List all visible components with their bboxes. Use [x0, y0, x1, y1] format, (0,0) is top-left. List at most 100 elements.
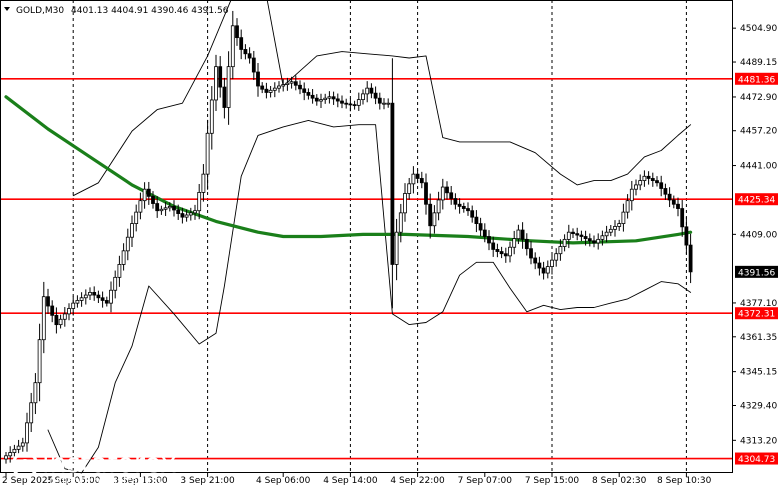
candle-body — [184, 214, 189, 218]
candle-body — [50, 305, 55, 316]
candle-body — [239, 37, 244, 50]
candle-body — [20, 442, 25, 447]
candle-body — [235, 25, 239, 39]
candle-body — [361, 93, 365, 101]
candle-body — [302, 88, 307, 93]
candle-body — [676, 203, 680, 209]
candle-body — [88, 291, 92, 296]
x-tick-label: 8 Sep 02:30 — [592, 476, 647, 486]
candle-body — [432, 212, 437, 227]
candle-body — [646, 175, 651, 179]
candle-body — [596, 238, 601, 244]
candle-body — [377, 97, 382, 104]
candle-body — [188, 212, 193, 216]
candle-body — [604, 231, 609, 237]
price-level-tag: 4304.73 — [738, 455, 775, 465]
candle-body — [403, 193, 407, 214]
candle-body — [621, 211, 626, 224]
y-tick-label: 4345.15 — [740, 368, 777, 378]
candle-body — [256, 71, 260, 87]
candle-body — [554, 253, 559, 261]
candle-body — [625, 200, 630, 213]
candle-body — [163, 207, 168, 210]
candle-body — [608, 228, 613, 233]
current-price-tag: 4391.56 — [738, 268, 775, 278]
candle-body — [251, 57, 256, 73]
candle-body — [67, 308, 71, 315]
price-level-tag: 4425.34 — [738, 196, 775, 206]
candle-body — [243, 49, 248, 55]
candle-body — [4, 455, 8, 460]
candle-body — [659, 182, 664, 189]
price-level-tag: 4481.36 — [738, 75, 775, 85]
candle-body — [71, 302, 76, 309]
candle-body — [289, 81, 294, 84]
candle-body — [159, 208, 164, 212]
candle-body — [62, 313, 67, 320]
candle-body — [482, 229, 487, 237]
candle-body — [411, 173, 416, 185]
x-tick-label: 7 Sep 15:00 — [525, 476, 580, 486]
candle-body — [277, 85, 281, 89]
chart: 4504.90 4489.15 4472.90 4457.20 4441.00 4409.… — [0, 0, 781, 489]
candle-body — [541, 267, 546, 274]
candle-body — [529, 248, 533, 259]
candle-body — [613, 226, 617, 230]
y-tick-label: 4313.20 — [740, 436, 777, 446]
candle-body — [25, 422, 29, 444]
candle-body — [688, 244, 693, 273]
candle-body — [96, 294, 101, 299]
candle-body — [33, 382, 38, 404]
candle-body — [146, 188, 151, 197]
candle-body — [92, 291, 97, 296]
y-tick-label: 4472.90 — [740, 93, 777, 103]
candle-body — [79, 297, 84, 301]
candle-body — [600, 235, 605, 240]
watermark-tagline: Instant Forex Trading — [46, 474, 162, 487]
candle-body — [340, 100, 344, 104]
candle-body — [268, 89, 273, 93]
candle-body — [583, 236, 588, 240]
y-tick-label: 4329.40 — [740, 401, 777, 411]
candle-body — [499, 251, 504, 255]
candle-body — [457, 203, 462, 207]
candle-body — [310, 94, 315, 99]
candle-body — [180, 213, 185, 218]
candle-body — [461, 205, 466, 209]
candle-body — [247, 53, 252, 59]
candle-body — [41, 296, 46, 341]
candle-body — [260, 85, 265, 90]
candle-body — [155, 203, 160, 212]
candle-body — [474, 216, 479, 224]
candle-body — [54, 314, 59, 326]
candle-body — [537, 262, 542, 269]
candle-body — [197, 192, 202, 212]
candle-body — [214, 66, 218, 101]
candle-body — [424, 182, 428, 205]
candle-body — [558, 246, 563, 255]
candle-body — [46, 296, 50, 307]
candle-body — [487, 236, 491, 244]
candle-body — [306, 92, 311, 96]
candle-body — [491, 242, 496, 250]
y-tick-label: 4441.00 — [740, 162, 777, 172]
candle-body — [298, 84, 302, 90]
candle-body — [566, 231, 571, 240]
candle-body — [230, 25, 235, 68]
candle-body — [176, 209, 181, 214]
candle-body — [592, 240, 596, 244]
candle-body — [344, 102, 349, 105]
candle-body — [449, 192, 454, 199]
chart-svg: 4504.90 4489.15 4472.90 4457.20 4441.00 4409.… — [0, 0, 781, 489]
x-tick-label: 4 Sep 22:00 — [390, 476, 445, 486]
candle-body — [365, 87, 370, 95]
candle-body — [684, 226, 689, 246]
candle-body — [440, 186, 445, 201]
candle-body — [16, 445, 21, 450]
candle-body — [100, 297, 105, 301]
x-tick-label: 4 Sep 06:00 — [256, 476, 311, 486]
candle-body — [83, 294, 88, 299]
candle-body — [331, 96, 336, 100]
y-tick-label: 4361.35 — [740, 333, 777, 343]
candle-body — [680, 208, 685, 228]
